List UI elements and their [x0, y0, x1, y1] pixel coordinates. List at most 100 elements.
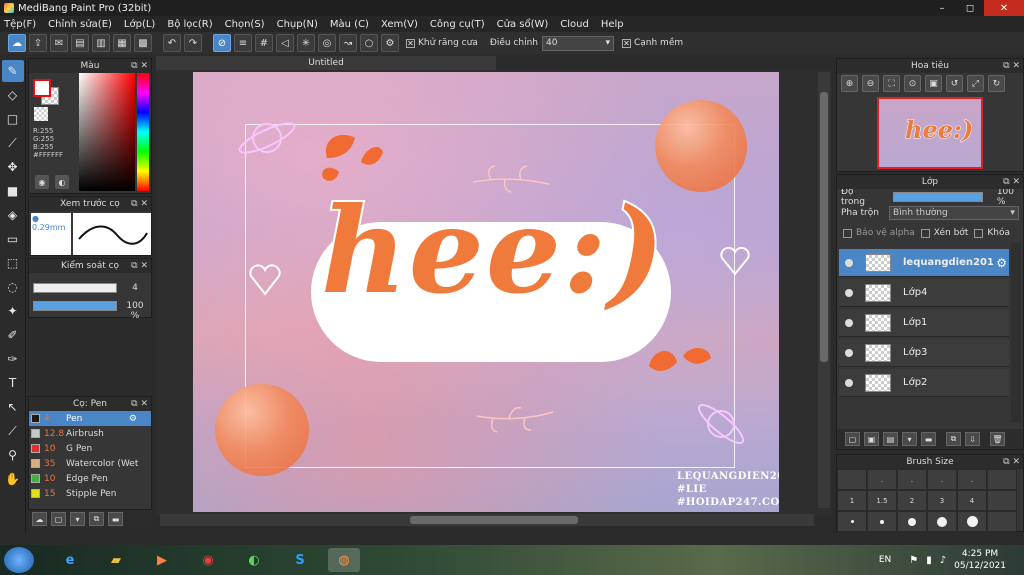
scroll-thumb[interactable] — [820, 92, 828, 362]
internet-explorer-icon[interactable]: e — [54, 548, 86, 572]
menu-select[interactable]: Chọn(S) — [225, 19, 265, 30]
visibility-icon[interactable] — [845, 258, 853, 267]
export-icon[interactable]: ⇪ — [29, 34, 47, 52]
menu-help[interactable]: Help — [601, 19, 624, 30]
chat-icon[interactable]: ✉ — [50, 34, 68, 52]
brush-size-cell[interactable] — [987, 511, 1017, 532]
clock[interactable]: 4:25 PM 05/12/2021 — [954, 548, 1006, 572]
copy-brush-icon[interactable]: ⧉ — [89, 512, 104, 526]
grid-icon[interactable]: ▩ — [134, 34, 152, 52]
visibility-icon[interactable] — [845, 318, 853, 327]
brush-size-cell[interactable]: . — [867, 469, 897, 490]
brush-size-cell[interactable]: 2 — [897, 490, 927, 511]
visibility-icon[interactable] — [845, 348, 853, 357]
windows-start-icon[interactable] — [4, 547, 34, 573]
layout-icon[interactable]: ▦ — [113, 34, 131, 52]
brush-size-cell[interactable]: 1.5 — [867, 490, 897, 511]
operation-tool-icon[interactable]: ↖ — [2, 396, 24, 418]
circle-snap-icon[interactable]: ○ — [360, 34, 378, 52]
brush-size-cell[interactable]: . — [927, 469, 957, 490]
curve-snap-icon[interactable]: ↝ — [339, 34, 357, 52]
panel-close-icon[interactable]: ⧉ ✕ — [131, 397, 148, 411]
layer-item[interactable]: Lớp3 — [839, 339, 1009, 367]
brush-size-cell[interactable]: 3 — [927, 490, 957, 511]
new-layer-icon[interactable]: ▢ — [845, 432, 860, 446]
language-indicator[interactable]: EN — [879, 555, 891, 565]
new-brush-icon[interactable]: ▢ — [51, 512, 66, 526]
file-explorer-icon[interactable]: ▰ — [100, 548, 132, 572]
clipping-checkbox[interactable] — [920, 228, 930, 238]
transparent-swatch[interactable] — [34, 107, 48, 121]
page-icon[interactable]: ▥ — [92, 34, 110, 52]
merge-layer-icon[interactable]: ⇩ — [965, 432, 980, 446]
gear-icon[interactable]: ⚙ — [996, 256, 1007, 270]
select-tool-icon[interactable]: ⬚ — [2, 252, 24, 274]
menu-edit[interactable]: Chỉnh sửa(E) — [48, 19, 112, 30]
visibility-icon[interactable] — [845, 378, 853, 387]
duplicate-layer-icon[interactable]: ⧉ — [946, 432, 961, 446]
brush-item[interactable]: 12.8 Airbrush — [29, 426, 151, 441]
lock-checkbox[interactable] — [974, 228, 984, 238]
zoom-in-icon[interactable]: ⊕ — [841, 75, 858, 92]
add-layer-menu-icon[interactable]: ▾ — [902, 432, 917, 446]
medibang-taskbar-icon[interactable]: ◍ — [328, 548, 360, 572]
layer-folder-icon[interactable]: ▬ — [921, 432, 936, 446]
layer-item[interactable]: Lớp2 — [839, 369, 1009, 397]
correction-select[interactable]: 40 — [541, 35, 614, 51]
visibility-icon[interactable] — [845, 288, 853, 297]
folder-icon[interactable]: ▬ — [108, 512, 123, 526]
foreground-color-swatch[interactable] — [33, 79, 51, 97]
brush-size-cell[interactable] — [987, 490, 1017, 511]
menu-filter[interactable]: Bộ lọc(R) — [167, 19, 212, 30]
fit-icon[interactable]: ⛶ — [883, 75, 900, 92]
network-icon[interactable]: ▮ — [926, 555, 932, 566]
scroll-thumb[interactable] — [410, 516, 578, 524]
brush-size-cell[interactable]: . — [897, 469, 927, 490]
artwork[interactable]: hee:) LEQUANGDIEN201 #LIE #HOIDAP247.COM — [193, 72, 779, 512]
fullscreen-icon[interactable]: ⤢ — [967, 75, 984, 92]
gradient-tool-icon[interactable]: ▭ — [2, 228, 24, 250]
chrome-icon[interactable]: ◉ — [192, 548, 224, 572]
cloud-brush-icon[interactable]: ☁ — [32, 512, 47, 526]
brush-item[interactable]: 35 Watercolor (Wet — [29, 456, 151, 471]
rotate-right-icon[interactable]: ↻ — [988, 75, 1005, 92]
brush-tool-icon[interactable]: ✎ — [1, 60, 24, 82]
minimize-button[interactable]: – — [928, 0, 956, 16]
redo-icon[interactable]: ↷ — [184, 34, 202, 52]
brush-size-value[interactable]: 4 — [121, 283, 149, 293]
radial-snap-icon[interactable]: ✳ — [297, 34, 315, 52]
color-wheel-icon[interactable]: ◐ — [55, 175, 69, 189]
select-pen-icon[interactable]: ✐ — [2, 324, 24, 346]
magic-wand-icon[interactable]: ✦ — [2, 300, 24, 322]
horizontal-scrollbar[interactable] — [160, 514, 814, 526]
smooth-edge-checkbox[interactable]: ✕ — [621, 38, 631, 48]
menu-file[interactable]: Tệp(F) — [4, 19, 36, 30]
brush-size-cell[interactable] — [867, 511, 897, 532]
skype-icon[interactable]: S — [284, 548, 316, 572]
antialias-checkbox[interactable]: ✕ — [406, 38, 415, 48]
new-halftone-layer-icon[interactable]: ▤ — [883, 432, 898, 446]
select-eraser-icon[interactable]: ✑ — [2, 348, 24, 370]
fill-rect-tool-icon[interactable]: ■ — [2, 180, 24, 202]
layer-item[interactable]: Lớp1 — [839, 309, 1009, 337]
brush-size-cell[interactable]: 1 — [837, 490, 867, 511]
gear-icon[interactable]: ⚙ — [129, 414, 137, 424]
panel-close-icon[interactable]: ⧉ ✕ — [131, 259, 148, 273]
menu-view[interactable]: Xem(V) — [381, 19, 418, 30]
protect-alpha-checkbox[interactable] — [843, 228, 852, 238]
brush-size-cell[interactable] — [927, 511, 957, 532]
zoom-icon[interactable]: ⊙ — [904, 75, 921, 92]
panel-close-icon[interactable]: ⧉ ✕ — [131, 197, 148, 211]
menu-tools[interactable]: Công cụ(T) — [430, 19, 485, 30]
vertical-scrollbar[interactable] — [818, 72, 830, 508]
close-button[interactable]: ✕ — [984, 0, 1024, 16]
palette-icon[interactable]: ◉ — [35, 175, 49, 189]
brush-size-cell[interactable] — [837, 469, 867, 490]
brush-item[interactable]: 4 Pen ⚙ — [29, 411, 151, 426]
flag-icon[interactable]: ⚑ — [909, 555, 918, 566]
navigator-thumbnail[interactable]: hee:) — [877, 97, 983, 169]
menu-cloud[interactable]: Cloud — [560, 19, 589, 30]
actual-size-icon[interactable]: ▣ — [925, 75, 942, 92]
brush-item[interactable]: 10 Edge Pen — [29, 471, 151, 486]
saturation-field[interactable] — [79, 73, 135, 191]
